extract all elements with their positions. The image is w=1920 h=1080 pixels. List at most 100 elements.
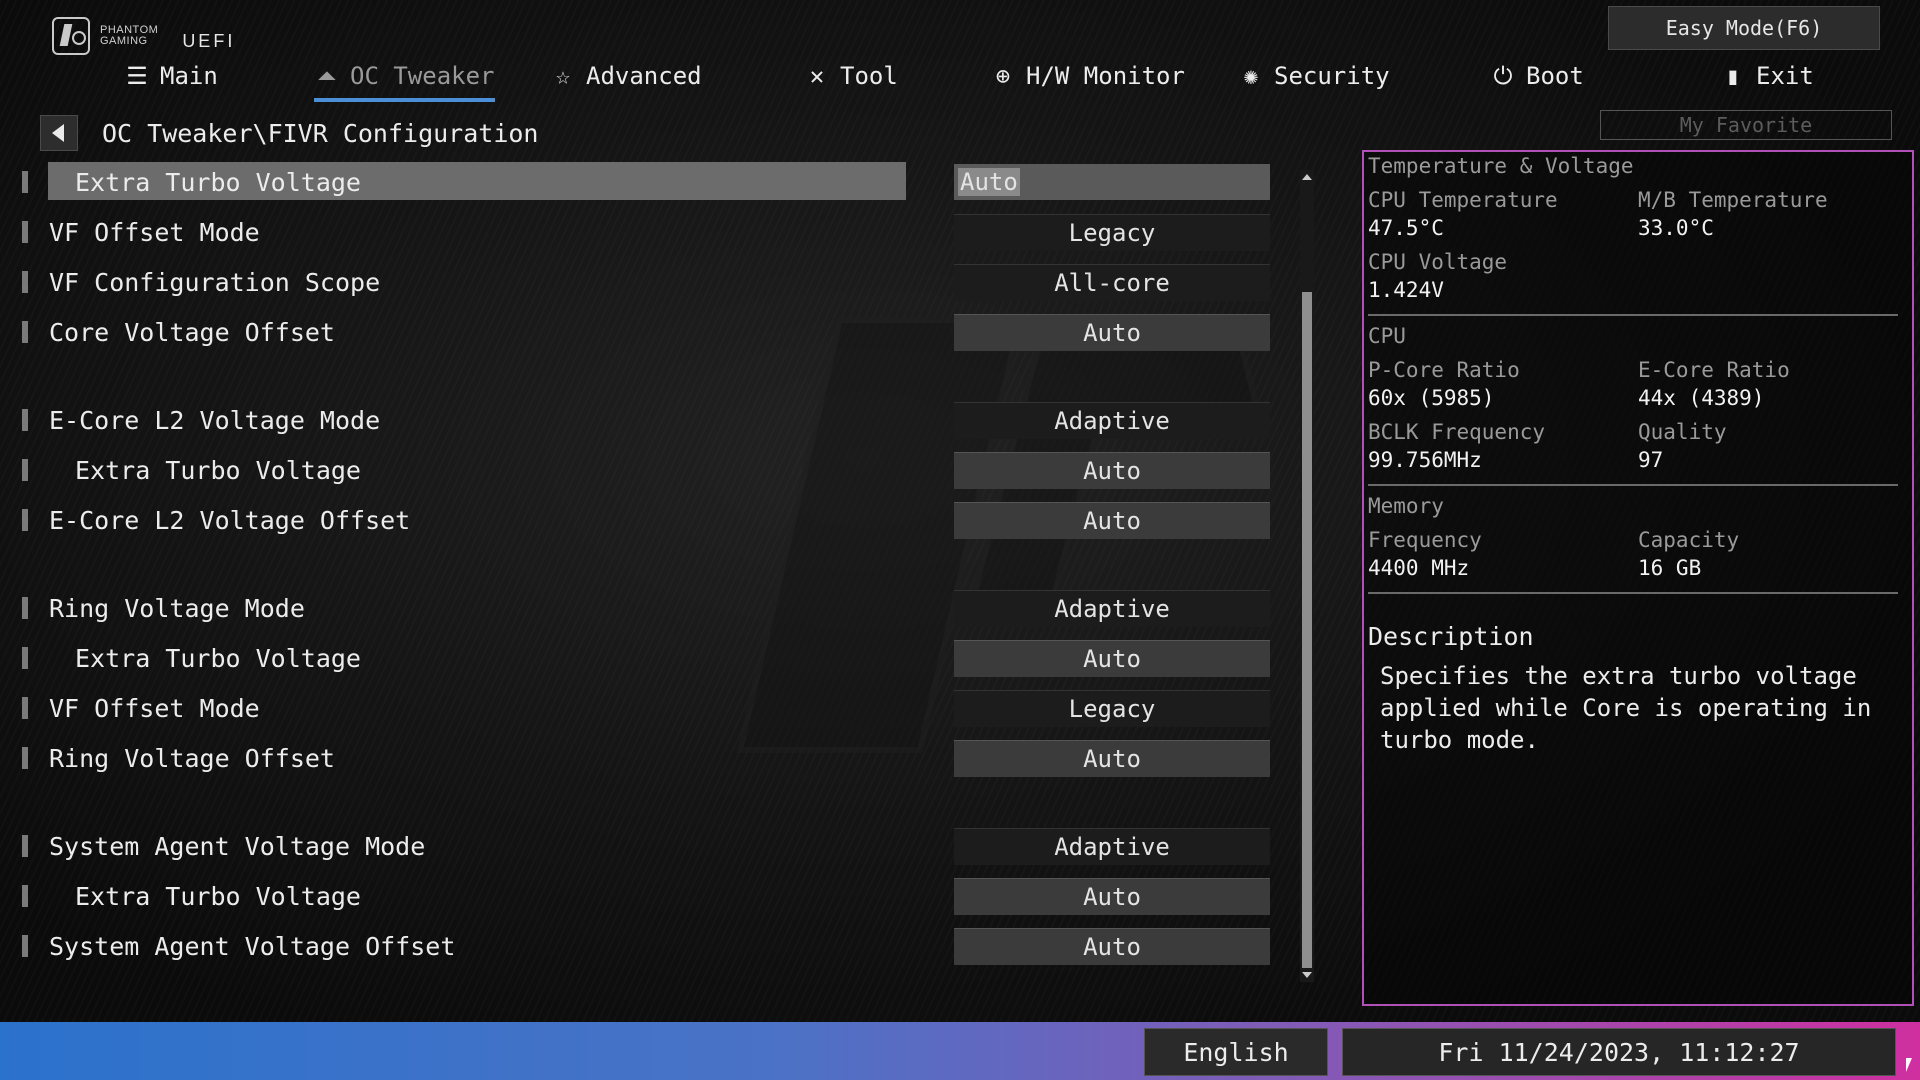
setting-value-field[interactable]: Auto bbox=[954, 878, 1270, 915]
panel-title: Temperature & Voltage bbox=[1368, 154, 1634, 178]
back-button[interactable] bbox=[40, 115, 78, 151]
pcore-ratio-value: 60x (5985) bbox=[1368, 386, 1495, 410]
monitor-icon: ⊕ bbox=[995, 62, 1011, 90]
uefi-label: UEFI bbox=[182, 30, 236, 51]
language-button[interactable]: English bbox=[1144, 1028, 1328, 1076]
setting-label: Extra Turbo Voltage bbox=[75, 167, 361, 197]
shield-icon: ✺ bbox=[1243, 62, 1259, 90]
bclk-value: 99.756MHz bbox=[1368, 448, 1482, 472]
mb-temp-value: 33.0°C bbox=[1638, 216, 1714, 240]
exit-icon: ▮ bbox=[1725, 62, 1741, 90]
tab-label: Tool bbox=[840, 62, 898, 90]
tab-security[interactable]: ✺ Security bbox=[1238, 56, 1390, 96]
easy-mode-button[interactable]: Easy Mode(F6) bbox=[1608, 6, 1880, 50]
setting-label: VF Offset Mode bbox=[49, 693, 260, 723]
setting-value-field[interactable]: Auto bbox=[954, 452, 1270, 489]
row-marker bbox=[22, 597, 28, 619]
row-marker bbox=[22, 409, 28, 431]
mouse-cursor-icon bbox=[1906, 1058, 1912, 1072]
tab-main[interactable]: ☰ Main bbox=[124, 56, 218, 96]
setting-value-field[interactable]: Auto bbox=[954, 640, 1270, 677]
scroll-up-arrow-icon[interactable] bbox=[1300, 170, 1314, 184]
setting-value-dropdown[interactable]: Adaptive bbox=[954, 590, 1270, 627]
tab-oc-tweaker[interactable]: ⏶ OC Tweaker bbox=[314, 56, 495, 102]
row-marker bbox=[22, 321, 28, 343]
setting-value-field[interactable]: Auto bbox=[954, 314, 1270, 351]
quality-value: 97 bbox=[1638, 448, 1664, 472]
tab-label: Security bbox=[1274, 62, 1390, 90]
memory-section-title: Memory bbox=[1368, 494, 1444, 518]
tab-exit[interactable]: ▮ Exit bbox=[1720, 56, 1814, 96]
setting-value-dropdown[interactable]: All-core bbox=[954, 264, 1270, 301]
setting-row[interactable]: Extra Turbo Voltage Auto bbox=[0, 162, 1290, 202]
setting-row[interactable]: Extra Turbo Voltage Auto bbox=[0, 638, 1290, 678]
mem-frequency-value: 4400 MHz bbox=[1368, 556, 1470, 580]
panel-divider bbox=[1368, 314, 1898, 316]
tab-boot[interactable]: ⏻ Boot bbox=[1490, 56, 1584, 96]
brand-logo: PHANTOM GAMING UEFI bbox=[52, 17, 236, 55]
description-text: Specifies the extra turbo voltage applie… bbox=[1380, 662, 1872, 754]
setting-value-field[interactable]: Auto bbox=[954, 164, 1270, 200]
datetime-display: Fri 11/24/2023, 11:12:27 bbox=[1342, 1028, 1896, 1076]
setting-value-dropdown[interactable]: Adaptive bbox=[954, 828, 1270, 865]
setting-row[interactable]: VF Offset Mode Legacy bbox=[0, 688, 1290, 728]
mb-temp-label: M/B Temperature bbox=[1638, 188, 1828, 212]
cpu-section-title: CPU bbox=[1368, 324, 1406, 348]
setting-row[interactable]: Core Voltage Offset Auto bbox=[0, 312, 1290, 352]
setting-row[interactable]: Ring Voltage Mode Adaptive bbox=[0, 588, 1290, 628]
setting-row[interactable]: System Agent Voltage Mode Adaptive bbox=[0, 826, 1290, 866]
list-icon: ☰ bbox=[126, 62, 148, 90]
setting-row[interactable]: System Agent Voltage Offset Auto bbox=[0, 926, 1290, 966]
cpu-temp-label: CPU Temperature bbox=[1368, 188, 1558, 212]
setting-row[interactable]: VF Configuration Scope All-core bbox=[0, 262, 1290, 302]
tab-hw-monitor[interactable]: ⊕ H/W Monitor bbox=[990, 56, 1185, 96]
scrollbar-thumb[interactable] bbox=[1302, 292, 1312, 968]
ecore-ratio-label: E-Core Ratio bbox=[1638, 358, 1790, 382]
tab-label: H/W Monitor bbox=[1026, 62, 1185, 90]
setting-value-field[interactable]: Auto bbox=[954, 740, 1270, 777]
row-marker bbox=[22, 221, 28, 243]
row-marker bbox=[22, 835, 28, 857]
tab-label: OC Tweaker bbox=[350, 62, 495, 90]
setting-label: System Agent Voltage Mode bbox=[49, 831, 426, 861]
row-marker bbox=[22, 747, 28, 769]
bclk-label: BCLK Frequency bbox=[1368, 420, 1546, 444]
setting-value-field[interactable]: Auto bbox=[954, 928, 1270, 965]
setting-value-dropdown[interactable]: Legacy bbox=[954, 214, 1270, 251]
setting-label: VF Offset Mode bbox=[49, 217, 260, 247]
setting-label: E-Core L2 Voltage Mode bbox=[49, 405, 381, 435]
setting-label: Ring Voltage Offset bbox=[49, 743, 335, 773]
row-marker bbox=[22, 459, 28, 481]
back-arrow-icon bbox=[51, 124, 64, 142]
setting-value-field[interactable]: Auto bbox=[954, 502, 1270, 539]
my-favorite-button[interactable]: My Favorite bbox=[1600, 110, 1892, 140]
row-marker bbox=[22, 509, 28, 531]
description-title: Description bbox=[1368, 622, 1534, 651]
tab-tool[interactable]: ✕ Tool bbox=[804, 56, 898, 96]
tools-icon: ✕ bbox=[809, 62, 825, 90]
pcore-ratio-label: P-Core Ratio bbox=[1368, 358, 1520, 382]
setting-label: Core Voltage Offset bbox=[49, 317, 335, 347]
panel-divider bbox=[1368, 484, 1898, 486]
setting-value-dropdown[interactable]: Legacy bbox=[954, 690, 1270, 727]
setting-row[interactable]: Ring Voltage Offset Auto bbox=[0, 738, 1290, 778]
mem-capacity-label: Capacity bbox=[1638, 528, 1740, 552]
setting-value-dropdown[interactable]: Adaptive bbox=[954, 402, 1270, 439]
scroll-down-arrow-icon[interactable] bbox=[1300, 968, 1314, 982]
row-marker bbox=[22, 935, 28, 957]
hardware-info-panel: Temperature & Voltage CPU Temperature 47… bbox=[1362, 150, 1914, 1006]
ecore-ratio-value: 44x (4389) bbox=[1638, 386, 1765, 410]
row-marker bbox=[22, 271, 28, 293]
logo-line-2: GAMING bbox=[100, 35, 148, 47]
tab-advanced[interactable]: ☆ Advanced bbox=[550, 56, 702, 96]
setting-value: Auto bbox=[958, 168, 1020, 196]
phantom-gaming-logo-icon bbox=[52, 17, 90, 55]
row-marker bbox=[22, 171, 28, 193]
setting-row[interactable]: Extra Turbo Voltage Auto bbox=[0, 450, 1290, 490]
setting-row[interactable]: E-Core L2 Voltage Mode Adaptive bbox=[0, 400, 1290, 440]
tab-label: Advanced bbox=[586, 62, 702, 90]
setting-row[interactable]: E-Core L2 Voltage Offset Auto bbox=[0, 500, 1290, 540]
setting-row[interactable]: Extra Turbo Voltage Auto bbox=[0, 876, 1290, 916]
mem-frequency-label: Frequency bbox=[1368, 528, 1482, 552]
setting-row[interactable]: VF Offset Mode Legacy bbox=[0, 212, 1290, 252]
